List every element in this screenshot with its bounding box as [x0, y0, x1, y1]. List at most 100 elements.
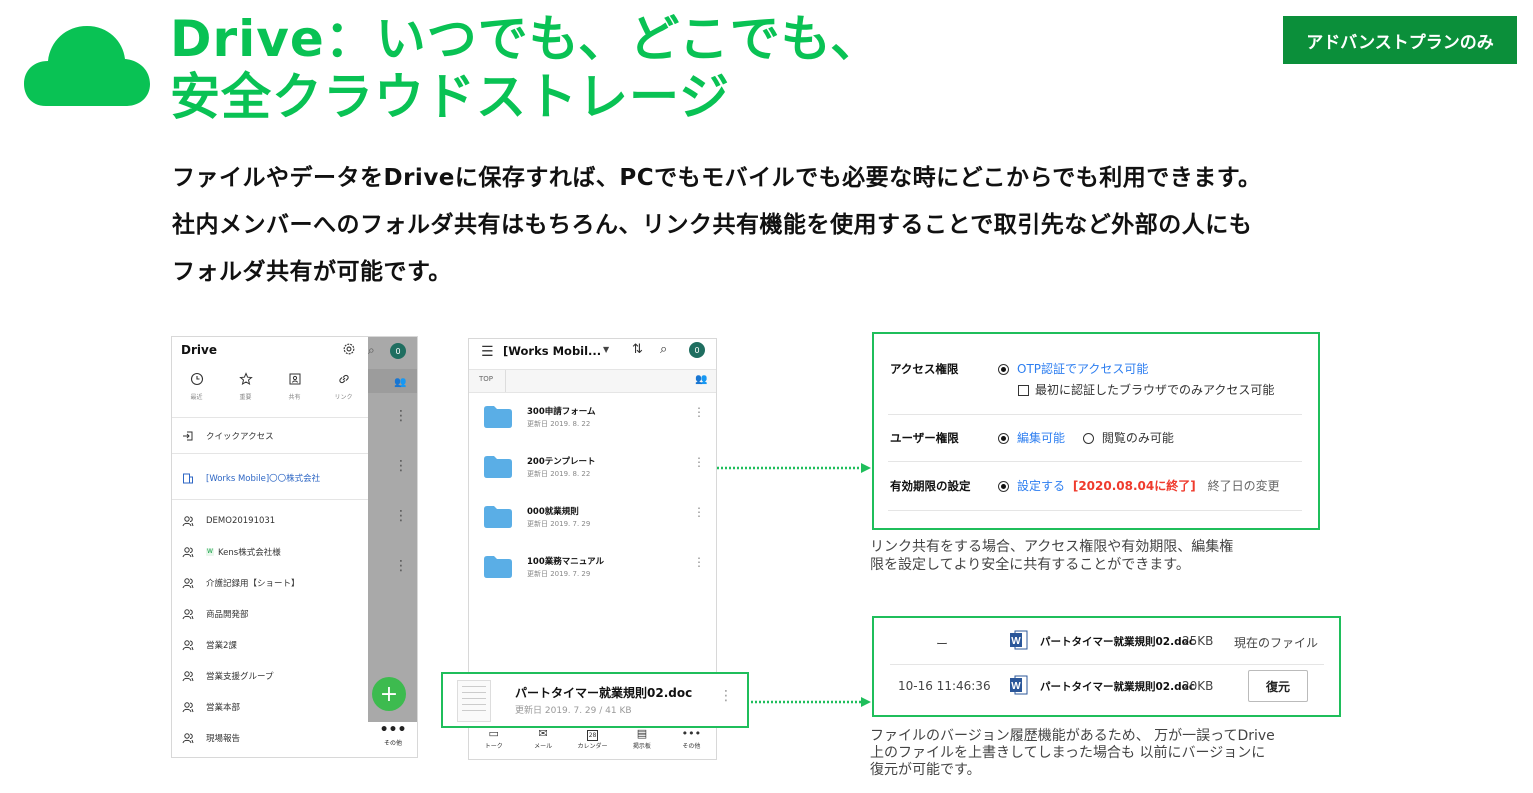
- shared-icon: [289, 373, 300, 385]
- group-label: 営業本部: [206, 703, 241, 713]
- note-line: リンク共有をする場合、アクセス権限や有効期限、編集権: [870, 539, 1234, 555]
- filter-recent[interactable]: 最近: [172, 371, 221, 411]
- file-meta: 更新日 2019. 7. 29 / 41 KB: [515, 706, 632, 716]
- group-item[interactable]: 現場報告: [182, 728, 240, 748]
- filter-label: 共有: [288, 394, 301, 401]
- document-thumbnail-icon: [457, 680, 491, 722]
- kebab-icon[interactable]: ⋮: [719, 689, 733, 703]
- people-icon[interactable]: 👥: [394, 377, 406, 388]
- tab-talk[interactable]: ▭ トーク: [469, 724, 518, 759]
- folder-name: 200テンプレート: [527, 457, 596, 467]
- kebab-icon[interactable]: ⋮: [693, 406, 705, 418]
- version-note: ファイルのバージョン履歴機能があるため、 万が一誤ってDrive 上のファイルを…: [870, 728, 1275, 779]
- menu-icon[interactable]: ☰: [481, 344, 494, 360]
- expiry-options: 設定する [2020.08.04に終了] 終了日の変更: [998, 477, 1280, 494]
- kebab-icon[interactable]: ⋮: [693, 506, 705, 518]
- note-line: ファイルのバージョン履歴機能があるため、 万が一誤ってDrive: [870, 728, 1275, 744]
- more-tab[interactable]: ••• その他: [368, 722, 417, 757]
- restore-button[interactable]: 復元: [1248, 670, 1308, 702]
- folder-row[interactable]: 000就業規則 更新日 2019. 7. 29 ⋮: [469, 500, 716, 540]
- group-item[interactable]: W Kens株式会社様: [182, 542, 281, 562]
- people-icon[interactable]: 👥: [695, 374, 707, 385]
- folder-icon: [484, 506, 512, 528]
- sort-icon[interactable]: ⇅: [632, 342, 643, 357]
- group-item[interactable]: 商品開発部: [182, 604, 249, 624]
- search-icon[interactable]: ⌕: [368, 343, 375, 358]
- filter-link[interactable]: リンク: [319, 371, 368, 411]
- group-item[interactable]: 営業本部: [182, 697, 240, 717]
- breadcrumb-top[interactable]: TOP: [479, 375, 493, 383]
- drive-drawer: Drive 最近 重要 共有 リンク クイックアクセス [Works Mobil…: [172, 337, 368, 757]
- group-label: Kens株式会社様: [218, 548, 281, 558]
- link-share-note: リンク共有をする場合、アクセス権限や有効期限、編集権 限を設定してより安全に共有…: [870, 538, 1233, 574]
- group-icon: [182, 640, 194, 651]
- tab-calendar[interactable]: 28 カレンダー: [568, 724, 617, 759]
- tab-label: トーク: [484, 743, 503, 750]
- quick-access-item[interactable]: クイックアクセス: [182, 426, 274, 446]
- group-item[interactable]: DEMO20191031: [182, 511, 275, 531]
- divider: [890, 664, 1324, 665]
- add-fab-button[interactable]: +: [372, 677, 406, 711]
- version-time: ー: [936, 637, 949, 651]
- folder-title[interactable]: [Works Mobil...: [503, 344, 601, 358]
- chevron-down-icon[interactable]: ▼: [603, 345, 609, 354]
- kebab-icon[interactable]: ⋮: [394, 409, 408, 423]
- expiry-set-option[interactable]: 設定する: [998, 479, 1065, 493]
- browser-only-checkbox[interactable]: 最初に認証したブラウザでのみアクセス可能: [1018, 381, 1274, 398]
- description-line-2: 社内メンバーへのフォルダ共有はもちろん、リンク共有機能を使用することで取引先など…: [172, 212, 1253, 238]
- filter-shared[interactable]: 共有: [270, 371, 319, 411]
- works-badge-icon: W: [206, 548, 214, 556]
- tab-more[interactable]: ••• その他: [667, 724, 716, 759]
- access-option-label: OTP認証でアクセス可能: [1017, 362, 1149, 376]
- kebab-icon[interactable]: ⋮: [394, 509, 408, 523]
- bottom-tab-bar: ▭ トーク ✉ メール 28 カレンダー ▤ 掲示板 ••• その他: [469, 723, 716, 759]
- company-item[interactable]: [Works Mobile]〇〇株式会社: [182, 468, 320, 488]
- kebab-icon[interactable]: ⋮: [693, 456, 705, 468]
- edit-option[interactable]: 編集可能: [998, 431, 1065, 445]
- tab-label: その他: [682, 743, 701, 750]
- filter-important[interactable]: 重要: [221, 371, 270, 411]
- more-icon: •••: [681, 727, 702, 740]
- divider: [888, 414, 1302, 415]
- group-label: 商品開発部: [206, 610, 249, 620]
- group-item[interactable]: 営業2課: [182, 635, 237, 655]
- access-option-otp[interactable]: OTP認証でアクセス可能: [998, 360, 1148, 377]
- folder-icon: [484, 556, 512, 578]
- folder-row[interactable]: 200テンプレート 更新日 2019. 8. 22 ⋮: [469, 450, 716, 490]
- change-end-date-link[interactable]: 終了日の変更: [1208, 479, 1280, 493]
- gear-icon[interactable]: [342, 342, 356, 356]
- description-line-3: フォルダ共有が可能です。: [172, 259, 452, 285]
- dotted-arrow-icon: [751, 697, 871, 707]
- file-card[interactable]: パートタイマー就業規則02.doc 更新日 2019. 7. 29 / 41 K…: [441, 672, 749, 728]
- folder-row[interactable]: 300申請フォーム 更新日 2019. 8. 22 ⋮: [469, 400, 716, 440]
- view-only-option[interactable]: 閲覧のみ可能: [1082, 431, 1174, 445]
- svg-text:W: W: [1011, 681, 1021, 692]
- kebab-icon[interactable]: ⋮: [394, 459, 408, 473]
- radio-icon: [1082, 433, 1094, 444]
- tab-mail[interactable]: ✉ メール: [518, 724, 567, 759]
- kebab-icon[interactable]: ⋮: [394, 559, 408, 573]
- divider: [505, 370, 506, 392]
- building-icon: [183, 473, 193, 484]
- group-icon: [182, 547, 194, 558]
- word-file-icon: W: [1010, 675, 1028, 695]
- tab-label: カレンダー: [577, 743, 608, 750]
- group-icon: [182, 733, 194, 744]
- filter-label: 重要: [239, 394, 252, 401]
- group-item[interactable]: 営業支援グループ: [182, 666, 274, 686]
- tab-board[interactable]: ▤ 掲示板: [617, 724, 666, 759]
- group-icon: [182, 578, 194, 589]
- company-label: [Works Mobile]〇〇株式会社: [206, 474, 321, 484]
- search-icon[interactable]: ⌕: [660, 342, 667, 357]
- access-label: アクセス権限: [890, 362, 959, 376]
- divider: [888, 461, 1302, 462]
- avatar[interactable]: 0: [689, 342, 705, 358]
- folder-row[interactable]: 100業務マニュアル 更新日 2019. 7. 29 ⋮: [469, 550, 716, 590]
- enter-icon: [183, 431, 193, 441]
- tab-label: 掲示板: [632, 743, 651, 750]
- group-item[interactable]: 介護記録用【ショート】: [182, 573, 300, 593]
- checkbox-label: 最初に認証したブラウザでのみアクセス可能: [1035, 383, 1275, 397]
- kebab-icon[interactable]: ⋮: [693, 556, 705, 568]
- avatar[interactable]: 0: [390, 343, 406, 359]
- plan-badge: アドバンストプランのみ: [1283, 16, 1517, 64]
